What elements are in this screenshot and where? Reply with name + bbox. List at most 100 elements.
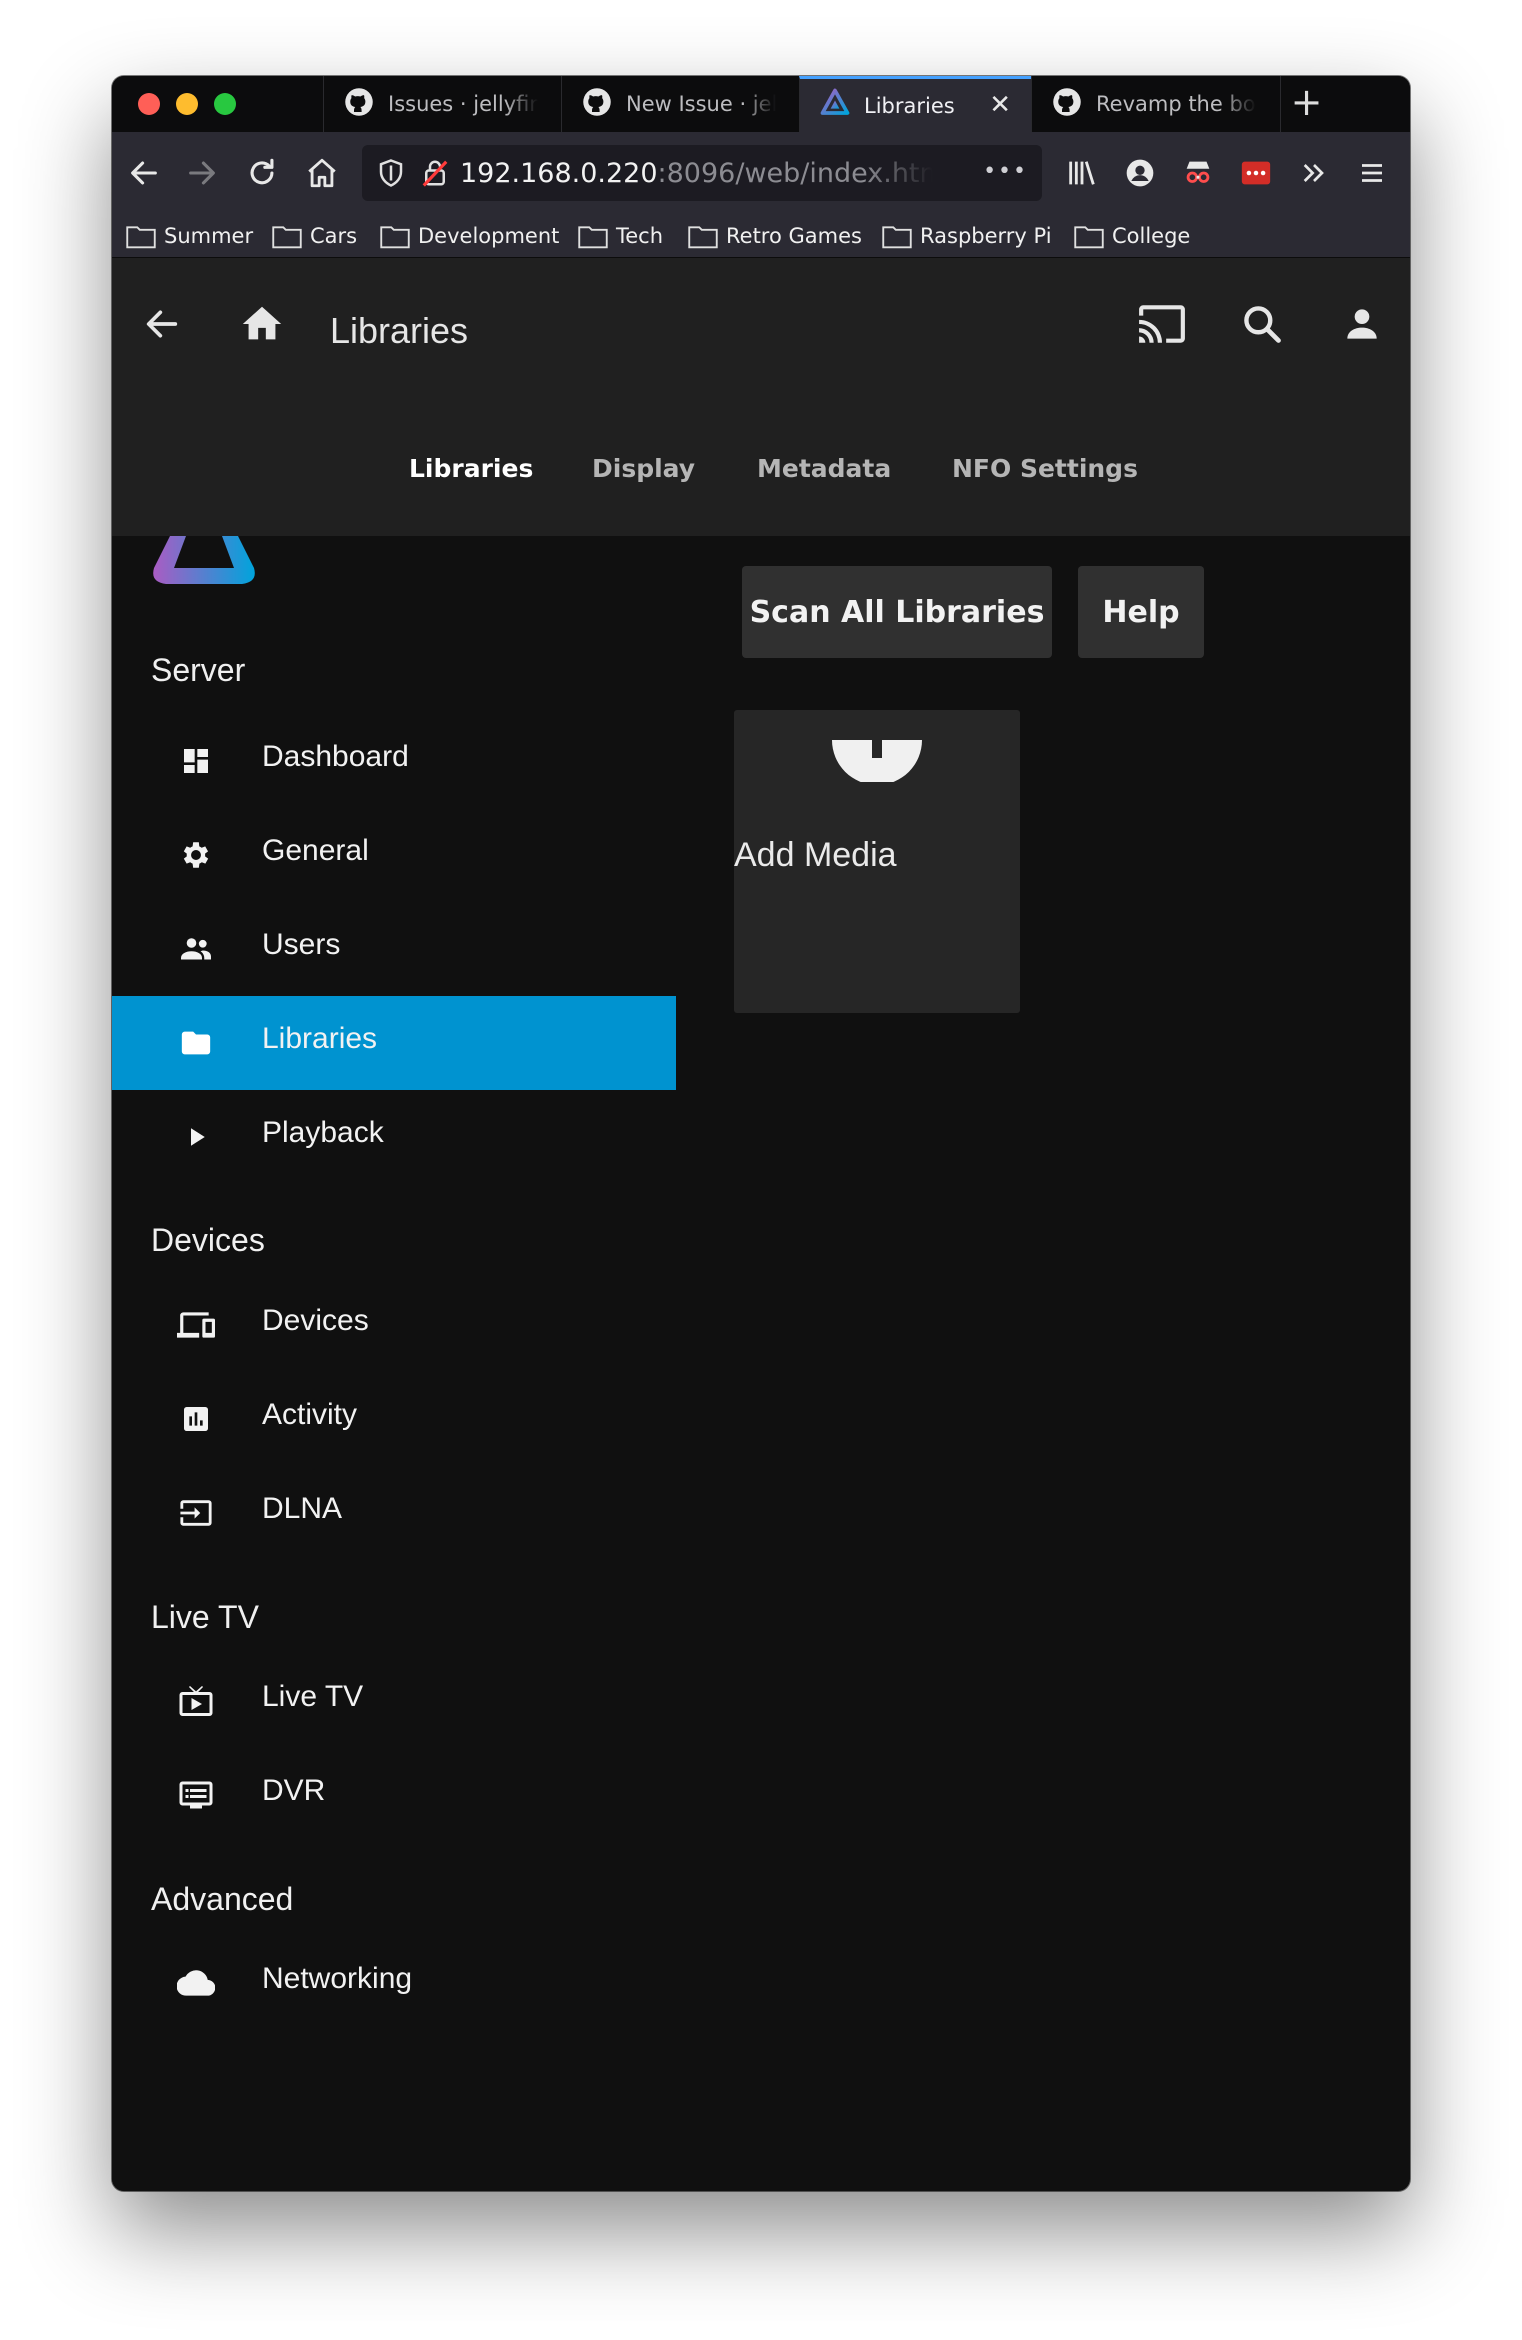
user-icon	[1347, 309, 1377, 339]
tab-nfo-settings[interactable]: NFO Settings	[952, 454, 1138, 483]
bookmark-college[interactable]: College	[1074, 220, 1190, 252]
folder-outline-icon	[882, 226, 912, 249]
folder-outline-icon	[126, 226, 156, 249]
add-media-label: Add Media	[734, 836, 897, 874]
tab-libraries[interactable]: Libraries	[409, 454, 533, 483]
bookmark-raspberry-pi[interactable]: Raspberry Pi	[882, 220, 1052, 252]
sidebar-item-label: Live TV	[262, 1680, 364, 1713]
app-header: Libraries Libraries Display Metadata NFO…	[112, 258, 1410, 536]
cast-button[interactable]	[1132, 294, 1192, 354]
github-icon	[582, 87, 612, 122]
tab-revamp[interactable]: Revamp the bo	[1031, 76, 1280, 132]
tab-display[interactable]: Display	[592, 454, 695, 483]
search-button[interactable]	[1232, 294, 1292, 354]
dashboard-icon	[176, 741, 216, 781]
library-button[interactable]	[1062, 153, 1102, 193]
cloud-icon	[176, 1963, 216, 2003]
folder-outline-icon	[578, 226, 608, 249]
sidebar-item-devices[interactable]: Devices	[112, 1278, 676, 1372]
extension-lastpass-button[interactable]	[1236, 153, 1276, 193]
account-button[interactable]	[1120, 153, 1160, 193]
sidebar-item-activity[interactable]: Activity	[112, 1372, 676, 1466]
tab-issues[interactable]: Issues · jellyfin	[323, 76, 561, 132]
user-menu-button[interactable]	[1332, 294, 1392, 354]
tab-label: Issues · jellyfin	[388, 92, 538, 116]
sidebar-item-general[interactable]: General	[112, 808, 676, 902]
section-devices: Devices	[151, 1222, 265, 1258]
tab-strip: Issues · jellyfin New Issue · jellyfin L…	[112, 76, 1410, 132]
insecure-lock-icon[interactable]	[420, 158, 450, 188]
jellyfin-icon	[820, 88, 850, 123]
sidebar-item-label: Dashboard	[262, 740, 409, 773]
maximize-window-button[interactable]	[214, 93, 236, 115]
account-circle-icon	[1126, 159, 1154, 187]
sidebar-item-dlna[interactable]: DLNA	[112, 1466, 676, 1560]
sidebar-item-label: DVR	[262, 1774, 326, 1807]
bookmark-label: Raspberry Pi	[920, 224, 1052, 248]
page-title: Libraries	[330, 310, 469, 351]
bookmark-retro-games[interactable]: Retro Games	[688, 220, 862, 252]
tab-label: Revamp the bo	[1096, 92, 1256, 116]
github-icon	[1052, 87, 1082, 122]
url-host: 192.168.0.220	[460, 157, 658, 189]
help-button[interactable]: Help	[1078, 566, 1204, 658]
bar-chart-icon	[176, 1399, 216, 1439]
reload-button[interactable]	[242, 153, 282, 193]
home-button[interactable]	[302, 153, 342, 193]
scan-all-libraries-button[interactable]: Scan All Libraries	[742, 566, 1052, 658]
bookmark-tech[interactable]: Tech	[578, 220, 663, 252]
reload-icon	[250, 158, 274, 185]
close-window-button[interactable]	[138, 93, 160, 115]
back-button[interactable]	[124, 153, 164, 193]
extension-privacy-button[interactable]	[1178, 153, 1218, 193]
bookmark-cars[interactable]: Cars	[272, 220, 357, 252]
github-icon	[344, 87, 374, 122]
navigation-bar: 192.168.0.220 :8096/web/index.html •••	[112, 132, 1410, 214]
app-menu-button[interactable]	[1352, 153, 1392, 193]
url-bar[interactable]: 192.168.0.220 :8096/web/index.html •••	[362, 145, 1042, 201]
header-home-button[interactable]	[232, 294, 292, 354]
header-back-button[interactable]	[132, 294, 192, 354]
new-tab-button[interactable]: +	[1280, 76, 1332, 132]
sidebar-item-label: Networking	[262, 1962, 413, 1995]
back-arrow-icon	[131, 161, 157, 185]
sidebar-item-label: General	[262, 834, 369, 867]
sidebar-item-label: Playback	[262, 1116, 384, 1149]
bookmark-label: Cars	[310, 224, 358, 248]
sidebar-item-dvr[interactable]: DVR	[112, 1748, 676, 1842]
sidebar-item-live-tv[interactable]: Live TV	[112, 1654, 676, 1748]
shield-icon[interactable]	[376, 158, 406, 188]
sidebar-item-dashboard[interactable]: Dashboard	[112, 714, 676, 808]
forward-button[interactable]	[182, 153, 222, 193]
folder-outline-icon	[1074, 226, 1104, 249]
overflow-menu-button[interactable]	[1294, 153, 1334, 193]
jellyfin-logo[interactable]	[146, 528, 262, 594]
folder-icon	[176, 1023, 216, 1063]
sidebar-item-networking[interactable]: Networking	[112, 1936, 676, 2030]
section-advanced: Advanced	[151, 1881, 294, 1917]
page-actions-icon[interactable]: •••	[983, 159, 1028, 184]
sidebar-item-playback[interactable]: Playback	[112, 1090, 676, 1184]
search-icon	[1244, 306, 1281, 343]
back-arrow-icon	[146, 310, 178, 338]
folder-outline-icon	[380, 226, 410, 249]
bookmark-label: Retro Games	[726, 224, 862, 248]
close-tab-icon[interactable]: ✕	[989, 92, 1011, 118]
folder-outline-icon	[272, 226, 302, 249]
tab-libraries[interactable]: Libraries ✕	[799, 76, 1031, 132]
input-icon	[176, 1493, 216, 1533]
tab-metadata[interactable]: Metadata	[757, 454, 891, 483]
bookmark-development[interactable]: Development	[380, 220, 559, 252]
minimize-window-button[interactable]	[176, 93, 198, 115]
bookmark-summer[interactable]: Summer	[126, 220, 253, 252]
sidebar-item-users[interactable]: Users	[112, 902, 676, 996]
home-outline-icon	[308, 158, 336, 188]
library-icon	[1069, 161, 1095, 185]
tab-new-issue[interactable]: New Issue · jellyfin	[561, 76, 799, 132]
sidebar-item-label: Devices	[262, 1304, 369, 1337]
add-media-card[interactable]: Add Media	[734, 710, 1020, 1013]
home-icon	[242, 306, 282, 340]
bookmarks-toolbar: Summer Cars Development Tech Retro Games…	[112, 214, 1410, 258]
sidebar-item-label: Users	[262, 928, 341, 961]
sidebar-item-libraries[interactable]: Libraries	[112, 996, 676, 1090]
